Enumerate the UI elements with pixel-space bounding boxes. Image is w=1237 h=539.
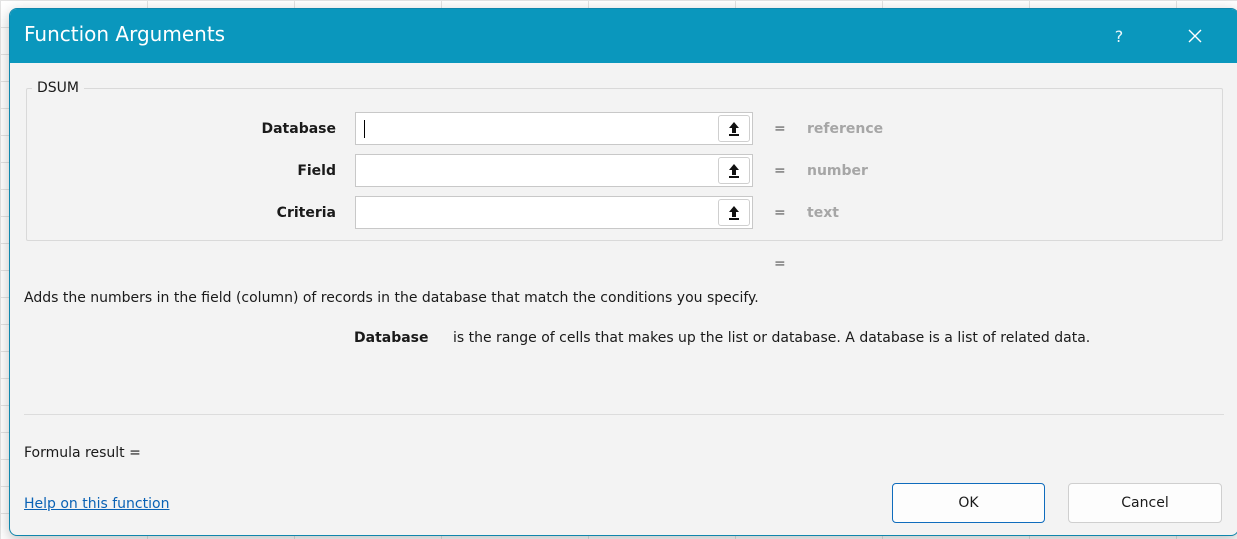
function-arguments-dialog: Function Arguments ? DSUM Database = ref… bbox=[9, 8, 1237, 536]
criteria-equals: = bbox=[774, 205, 786, 221]
database-hint: reference bbox=[807, 121, 884, 137]
criteria-collapse-button[interactable] bbox=[718, 199, 750, 226]
database-label: Database bbox=[261, 121, 336, 137]
field-input-text[interactable] bbox=[356, 155, 716, 186]
collapse-arrow-icon bbox=[729, 163, 739, 178]
collapse-arrow-icon bbox=[729, 205, 739, 220]
title-bar: Function Arguments ? bbox=[10, 9, 1237, 63]
text-caret bbox=[364, 120, 365, 138]
function-result-equals: = bbox=[774, 256, 786, 272]
criteria-input-text[interactable] bbox=[356, 197, 716, 228]
collapse-arrow-icon bbox=[729, 121, 739, 136]
field-hint: number bbox=[807, 163, 868, 179]
close-button[interactable] bbox=[1170, 9, 1220, 63]
help-on-function-link[interactable]: Help on this function bbox=[24, 496, 169, 512]
argument-help-text: is the range of cells that makes up the … bbox=[453, 330, 1091, 346]
field-equals: = bbox=[774, 163, 786, 179]
close-icon bbox=[1188, 29, 1202, 43]
field-collapse-button[interactable] bbox=[718, 157, 750, 184]
function-description: Adds the numbers in the field (column) o… bbox=[24, 290, 759, 306]
divider bbox=[24, 414, 1224, 415]
argument-help-name: Database bbox=[354, 330, 429, 346]
database-collapse-button[interactable] bbox=[718, 115, 750, 142]
help-icon: ? bbox=[1114, 26, 1124, 46]
field-input[interactable] bbox=[355, 154, 753, 187]
database-equals: = bbox=[774, 121, 786, 137]
criteria-hint: text bbox=[807, 205, 839, 221]
database-input[interactable] bbox=[355, 112, 753, 145]
dialog-title: Function Arguments bbox=[24, 22, 226, 46]
cancel-button[interactable]: Cancel bbox=[1068, 483, 1222, 523]
function-name: DSUM bbox=[32, 80, 84, 96]
ok-button[interactable]: OK bbox=[892, 483, 1045, 523]
help-button[interactable]: ? bbox=[1097, 9, 1141, 63]
criteria-input[interactable] bbox=[355, 196, 753, 229]
formula-result: Formula result = bbox=[24, 445, 141, 461]
database-input-text[interactable] bbox=[356, 113, 716, 144]
criteria-label: Criteria bbox=[276, 205, 336, 221]
field-label: Field bbox=[297, 163, 336, 179]
